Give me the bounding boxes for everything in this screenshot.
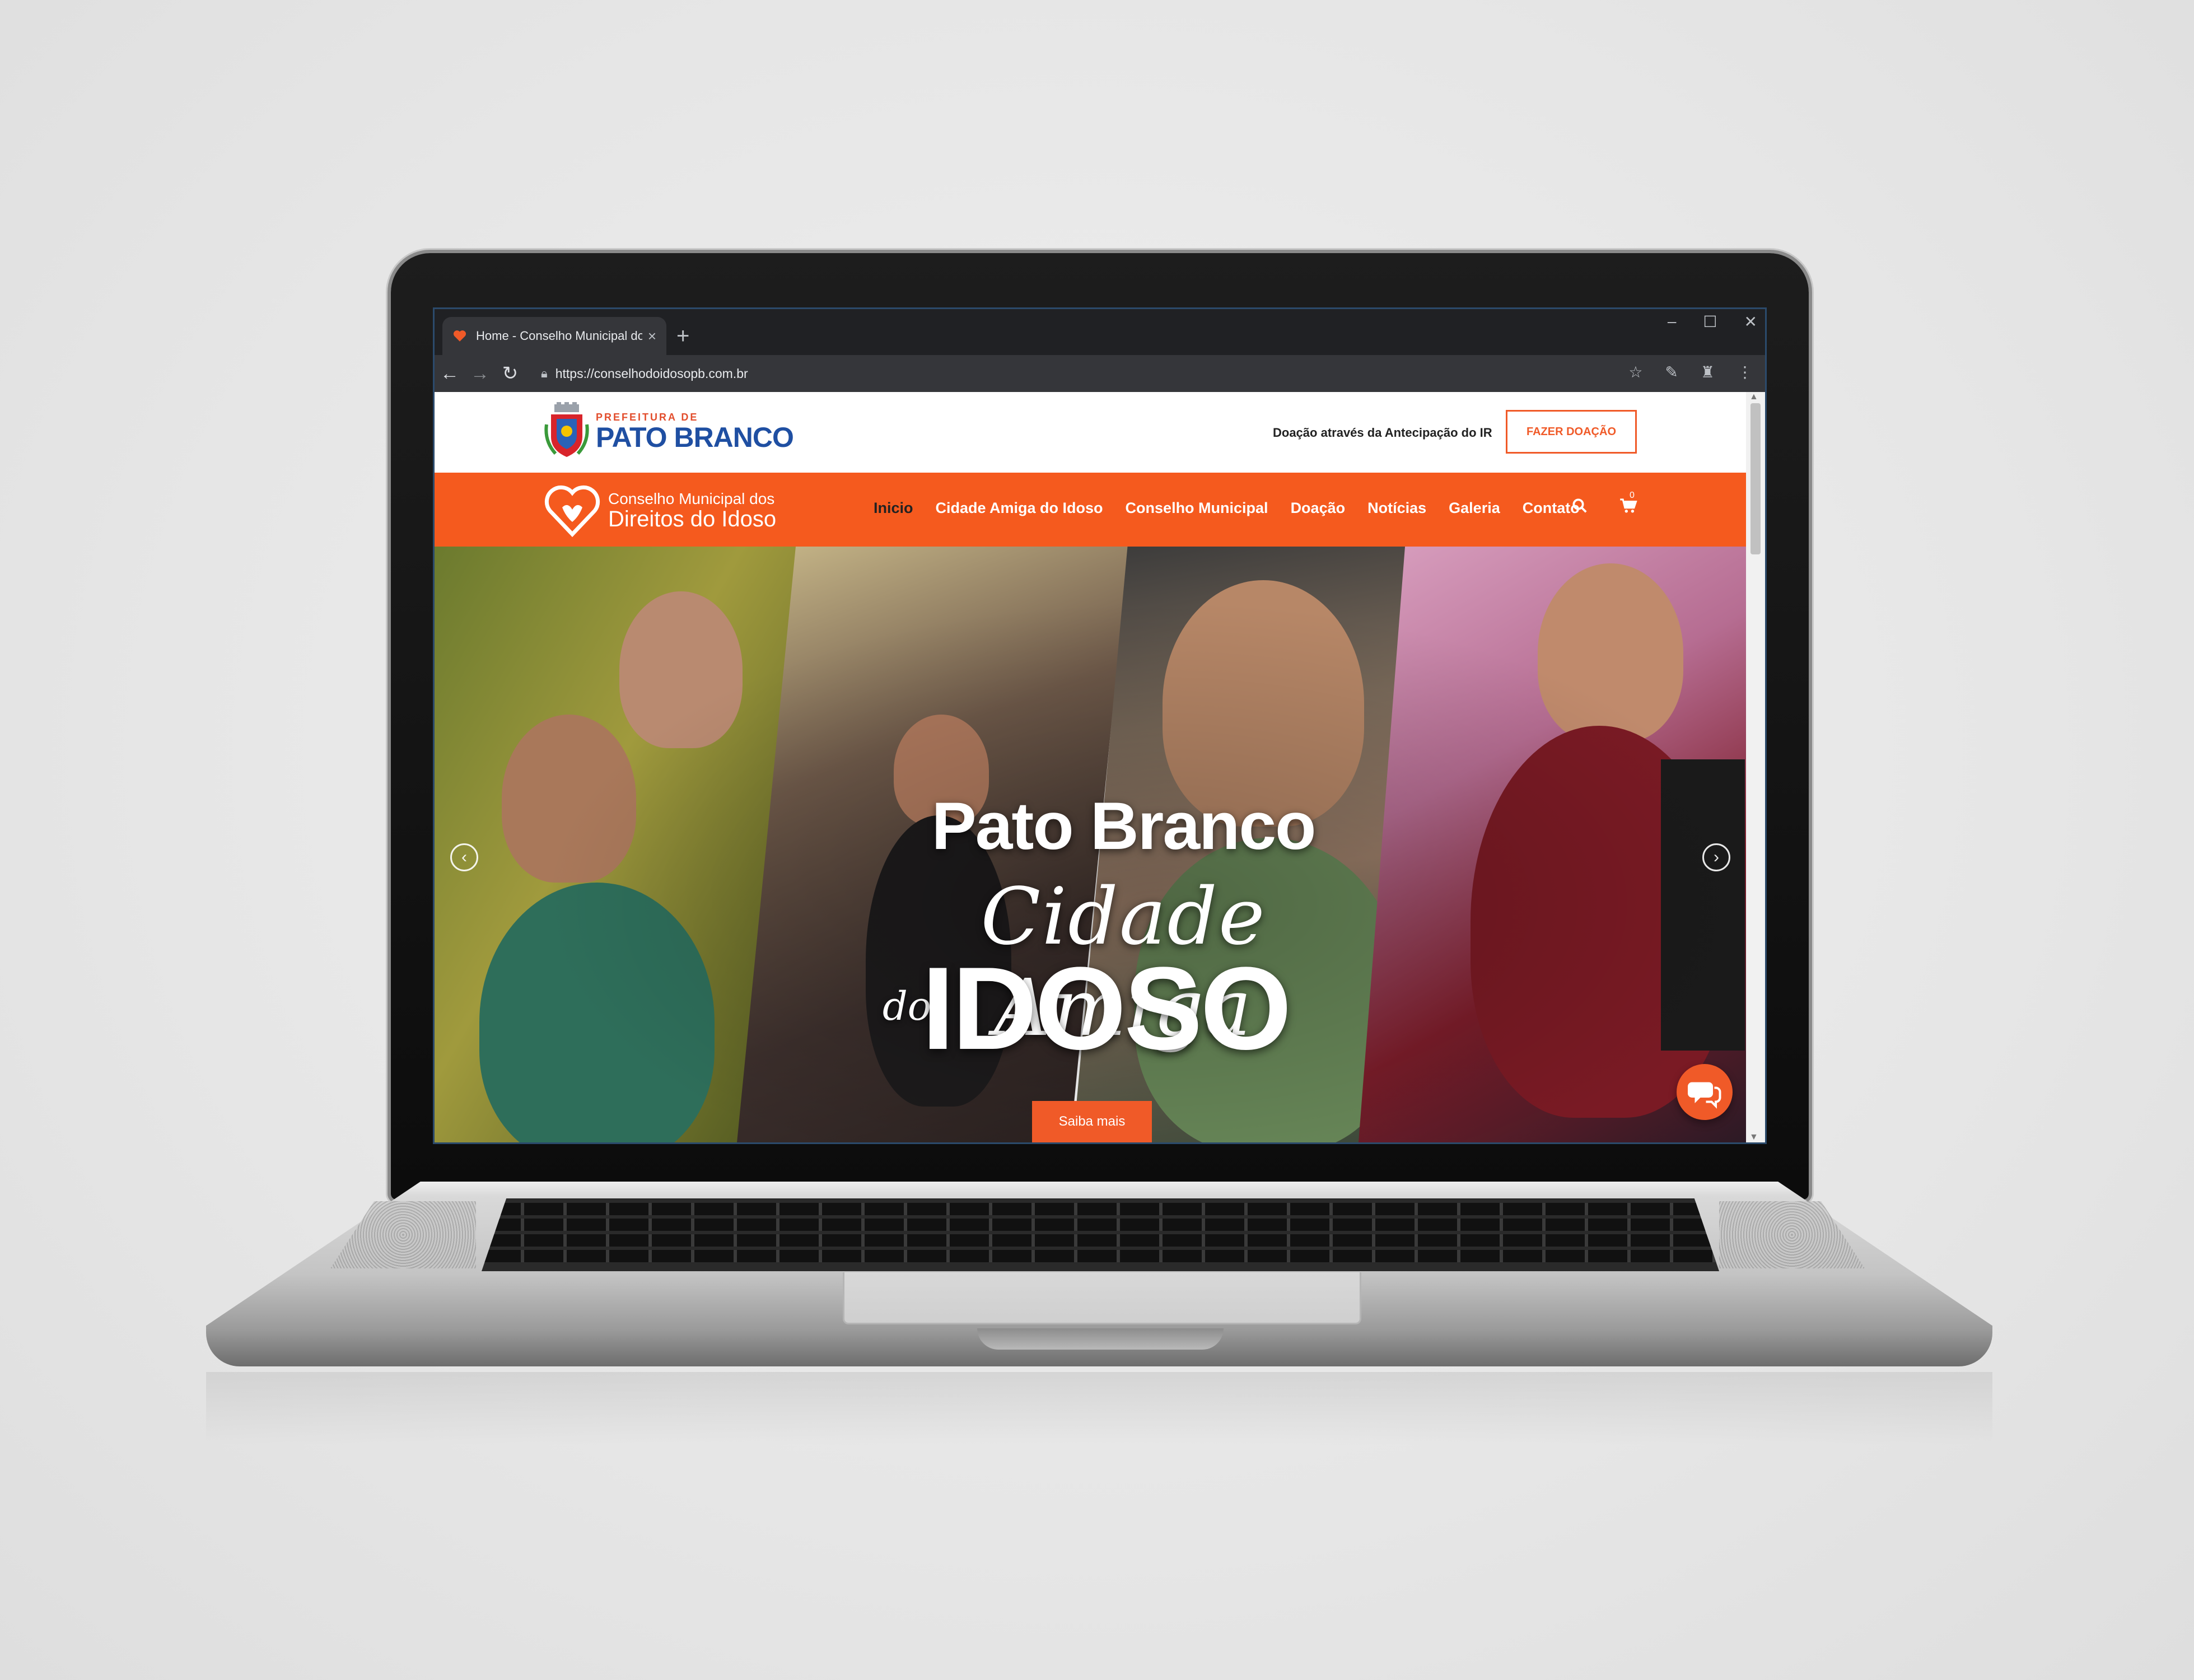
heart-hands-icon bbox=[544, 485, 600, 538]
minimize-button[interactable]: – bbox=[1668, 312, 1677, 331]
council-name-line1: Conselho Municipal dos bbox=[608, 490, 775, 507]
keyboard bbox=[482, 1198, 1719, 1271]
lid-notch bbox=[977, 1328, 1224, 1350]
menu-item-cidade-amiga[interactable]: Cidade Amiga do Idoso bbox=[936, 500, 1103, 517]
city-name: PATO BRANCO bbox=[596, 421, 794, 453]
saiba-mais-button[interactable]: Saiba mais bbox=[1032, 1101, 1152, 1142]
window-controls: – ☐ ✕ bbox=[1668, 312, 1757, 331]
main-navigation: Conselho Municipal dos Direitos do Idoso… bbox=[435, 473, 1746, 547]
council-logo[interactable]: Conselho Municipal dos Direitos do Idoso bbox=[544, 483, 776, 539]
menu-icons bbox=[1571, 497, 1637, 514]
cart-icon[interactable] bbox=[1619, 497, 1637, 514]
prefeitura-logo[interactable]: PREFEITURA DE PATO BRANCO bbox=[544, 402, 794, 460]
browser-tab-strip: Home - Conselho Municipal dos × + – ☐ ✕ bbox=[435, 309, 1765, 355]
scroll-up-icon[interactable]: ▲ bbox=[1749, 392, 1758, 402]
menu-item-noticias[interactable]: Notícias bbox=[1367, 500, 1426, 517]
arrow-right-icon[interactable]: › bbox=[1702, 843, 1730, 871]
chat-button[interactable] bbox=[1677, 1064, 1733, 1120]
chat-icon bbox=[1688, 1082, 1721, 1109]
page-scrollbar[interactable]: ▲ ▼ bbox=[1746, 392, 1765, 1142]
lock-icon: 🔒︎ bbox=[541, 366, 548, 380]
address-bar[interactable]: 🔒︎ https://conselhodoidosopb.com.br bbox=[541, 360, 1743, 388]
search-icon[interactable] bbox=[1571, 497, 1588, 514]
council-name-line2: Direitos do Idoso bbox=[608, 507, 777, 531]
speaker-grille-right bbox=[1719, 1201, 1865, 1268]
menu-item-inicio[interactable]: Inicio bbox=[874, 500, 913, 517]
laptop-screen: Home - Conselho Municipal dos × + – ☐ ✕ … bbox=[433, 307, 1767, 1144]
base-reflection bbox=[206, 1372, 1992, 1445]
menu-dots-icon[interactable]: ⋮ bbox=[1737, 363, 1753, 381]
close-window-button[interactable]: ✕ bbox=[1744, 312, 1757, 331]
website: PREFEITURA DE PATO BRANCO Doação através… bbox=[435, 392, 1746, 1142]
forward-icon[interactable]: → bbox=[465, 363, 495, 385]
speaker-grille-left bbox=[330, 1201, 476, 1268]
menu: Inicio Cidade Amiga do Idoso Conselho Mu… bbox=[874, 500, 1580, 517]
scroll-thumb[interactable] bbox=[1750, 403, 1761, 554]
heart-favicon-icon bbox=[453, 330, 466, 342]
hero-slider: Pato Branco Cidade Amiga do IDOSO Saiba … bbox=[435, 547, 1746, 1142]
donation-button[interactable]: FAZER DOAÇÃO bbox=[1506, 410, 1637, 454]
new-tab-button[interactable]: + bbox=[676, 319, 689, 353]
hero-title: Pato Branco bbox=[931, 788, 1317, 864]
hero-big-text: IDOSO bbox=[922, 942, 1292, 1074]
tab-title: Home - Conselho Municipal dos bbox=[476, 329, 642, 343]
arrow-left-icon[interactable]: ‹ bbox=[450, 843, 478, 871]
extension-area: ☆ ✎ ♜ ⋮ bbox=[1628, 363, 1753, 381]
back-icon[interactable]: ← bbox=[435, 363, 465, 385]
url-text: https://conselhodoidosopb.com.br bbox=[555, 366, 748, 381]
site-topbar: PREFEITURA DE PATO BRANCO Doação através… bbox=[435, 392, 1746, 473]
menu-item-doacao[interactable]: Doação bbox=[1291, 500, 1346, 517]
menu-item-galeria[interactable]: Galeria bbox=[1449, 500, 1500, 517]
incognito-icon[interactable]: ♜ bbox=[1701, 363, 1715, 381]
city-crest-icon bbox=[544, 402, 589, 457]
browser-toolbar: ← → ↻ 🔒︎ https://conselhodoidosopb.com.b… bbox=[435, 355, 1765, 392]
tab-close-icon[interactable]: × bbox=[648, 328, 656, 345]
scroll-down-icon[interactable]: ▼ bbox=[1749, 1132, 1758, 1142]
cart-count-badge: 0 bbox=[1630, 491, 1635, 500]
maximize-button[interactable]: ☐ bbox=[1703, 312, 1717, 331]
browser-tab[interactable]: Home - Conselho Municipal dos × bbox=[442, 317, 666, 355]
donation-text: Doação através da Antecipação do IR bbox=[1273, 426, 1492, 440]
star-icon[interactable]: ☆ bbox=[1628, 363, 1642, 381]
menu-item-conselho[interactable]: Conselho Municipal bbox=[1126, 500, 1268, 517]
reload-icon[interactable]: ↻ bbox=[495, 362, 525, 385]
extension-icon[interactable]: ✎ bbox=[1665, 363, 1678, 381]
trackpad bbox=[843, 1272, 1361, 1324]
